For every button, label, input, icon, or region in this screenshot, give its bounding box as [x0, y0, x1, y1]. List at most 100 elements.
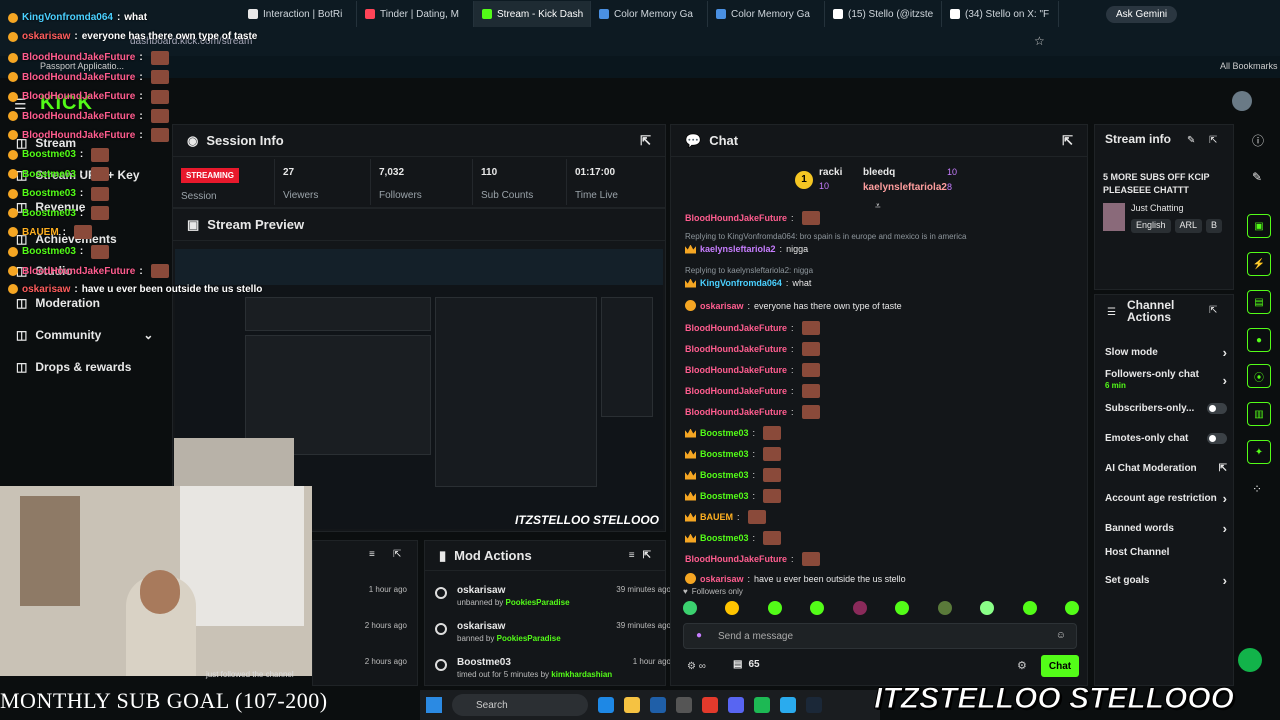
chat-username[interactable]: KingVonfromda064: [700, 278, 782, 288]
chevron-down-icon[interactable]: ⌄: [143, 328, 153, 342]
chat-username[interactable]: BloodHoundJakeFuture: [685, 386, 787, 396]
all-bookmarks[interactable]: All Bookmarks: [1220, 61, 1278, 71]
scan-icon[interactable]: ▣: [1247, 214, 1271, 238]
channel-action-7[interactable]: Banned words ›: [1105, 521, 1227, 536]
chat-username[interactable]: BloodHoundJakeFuture: [685, 323, 787, 333]
browser-tab[interactable]: Tinder | Dating, M: [357, 1, 474, 27]
chrome-icon[interactable]: [702, 697, 718, 713]
chat-username[interactable]: Boostme03: [700, 428, 749, 438]
telegram-icon[interactable]: [780, 697, 796, 713]
ask-gemini-button[interactable]: Ask Gemini: [1106, 6, 1178, 23]
mod-action-user[interactable]: oskarisaw: [457, 585, 505, 596]
browser-tab[interactable]: (15) Stello (@itzste: [825, 1, 942, 27]
channel-action-3[interactable]: Subscribers-only...: [1105, 403, 1227, 414]
message-input[interactable]: ● Send a message ☺: [683, 623, 1077, 649]
browser-tab[interactable]: Stream - Kick Dash: [474, 1, 591, 27]
explorer-icon[interactable]: [624, 697, 640, 713]
channel-action-9[interactable]: Set goals ›: [1105, 573, 1227, 588]
chat-username[interactable]: Boostme03: [700, 533, 749, 543]
message-placeholder[interactable]: Send a message: [718, 631, 793, 642]
chat-send-button[interactable]: Chat: [1041, 655, 1079, 677]
emote-icon[interactable]: [937, 601, 952, 615]
chat-username[interactable]: oskarisaw: [700, 574, 744, 584]
browser-tab[interactable]: Color Memory Ga: [708, 1, 825, 27]
tag-chip[interactable]: B: [1206, 219, 1223, 233]
wrench-icon[interactable]: ✦: [1247, 440, 1271, 464]
browser-tab[interactable]: Color Memory Ga: [591, 1, 708, 27]
chat-username[interactable]: BloodHoundJakeFuture: [685, 213, 787, 223]
sidebar-item[interactable]: ◫ Moderation: [16, 296, 100, 310]
chat-username[interactable]: Boostme03: [700, 491, 749, 501]
filter-icon[interactable]: ≡: [369, 549, 375, 560]
chat-username[interactable]: Boostme03: [700, 470, 749, 480]
chat-username[interactable]: BloodHoundJakeFuture: [685, 407, 787, 417]
avatar[interactable]: [1232, 91, 1252, 111]
channel-action-2[interactable]: Followers-only chat 6 min ›: [1105, 369, 1227, 391]
channel-action-6[interactable]: Account age restriction ›: [1105, 491, 1227, 506]
mod-action-user[interactable]: Boostme03: [457, 657, 511, 668]
sidebar-item[interactable]: ◫ Community ⌄: [16, 328, 153, 342]
popout-icon[interactable]: ⇱: [1209, 135, 1217, 146]
windows-start-icon[interactable]: [426, 697, 442, 713]
popout-icon[interactable]: ⇱: [643, 550, 651, 561]
star-icon[interactable]: ☆: [1034, 34, 1045, 48]
chat-username[interactable]: BloodHoundJakeFuture: [685, 365, 787, 375]
emote-icon[interactable]: [895, 601, 910, 615]
popout-icon[interactable]: ⇱: [640, 133, 651, 149]
pencil-icon[interactable]: ✎: [1252, 170, 1262, 184]
emote-icon[interactable]: [725, 601, 740, 615]
emote-icon[interactable]: [810, 601, 825, 615]
toggle-switch[interactable]: [1207, 403, 1227, 414]
chat-username[interactable]: BAUEM: [700, 512, 733, 522]
chat-username[interactable]: oskarisaw: [700, 301, 744, 311]
edit-icon[interactable]: ✎: [1187, 135, 1195, 146]
discord-icon[interactable]: [728, 697, 744, 713]
steam-client-icon[interactable]: [806, 697, 822, 713]
broadcast-icon[interactable]: ⦿: [1247, 364, 1271, 388]
steam-icon[interactable]: [650, 697, 666, 713]
emote-icon[interactable]: [980, 601, 995, 615]
mod-action-by[interactable]: PookiesParadise: [497, 634, 561, 643]
edge-icon[interactable]: [598, 697, 614, 713]
more-icon[interactable]: ⁘: [1252, 482, 1262, 496]
support-icon[interactable]: [1238, 648, 1262, 672]
emote-icon[interactable]: [767, 601, 782, 615]
browser-tab[interactable]: Interaction | BotRi: [240, 1, 357, 27]
emote-icon[interactable]: [1022, 601, 1037, 615]
note-icon[interactable]: ▤: [1247, 290, 1271, 314]
popout-icon[interactable]: ⇱: [1062, 133, 1073, 149]
chat-bubble-icon[interactable]: ●: [1247, 328, 1271, 352]
chat-username[interactable]: BloodHoundJakeFuture: [685, 344, 787, 354]
taskbar-search[interactable]: Search: [452, 694, 588, 716]
chat-username[interactable]: Boostme03: [700, 449, 749, 459]
chat-username[interactable]: kaelynsleftariola2: [700, 244, 776, 254]
pin-filter-icon[interactable]: ⩡: [875, 201, 881, 212]
info-icon[interactable]: ⓘ: [1252, 132, 1264, 149]
emoji-icon[interactable]: ☺: [1056, 630, 1066, 641]
browser-tab[interactable]: (34) Stello on X: "F: [942, 1, 1059, 27]
channel-action-8[interactable]: Host Channel: [1105, 547, 1227, 558]
settings-app-icon[interactable]: [676, 697, 692, 713]
channel-action-4[interactable]: Emotes-only chat: [1105, 433, 1227, 444]
filter-icon[interactable]: ≡: [629, 550, 635, 561]
mic-icon[interactable]: ●: [696, 630, 702, 641]
tag-chip[interactable]: English: [1131, 219, 1171, 233]
emote-icon[interactable]: [1064, 601, 1079, 615]
mod-action-by[interactable]: kimkhardashian: [551, 670, 612, 679]
popout-icon[interactable]: ⇱: [393, 549, 401, 560]
bolt-icon[interactable]: ⚡: [1247, 252, 1271, 276]
toggle-switch[interactable]: [1207, 433, 1227, 444]
chat-tools-icon[interactable]: ⚙ ∞: [687, 661, 706, 672]
mod-action-user[interactable]: oskarisaw: [457, 621, 505, 632]
server-icon[interactable]: ▥: [1247, 402, 1271, 426]
channel-action-1[interactable]: Slow mode ›: [1105, 345, 1227, 360]
emote-icon[interactable]: [852, 601, 867, 615]
chat-username[interactable]: BloodHoundJakeFuture: [685, 554, 787, 564]
tag-chip[interactable]: ARL: [1174, 219, 1203, 233]
popout-icon[interactable]: ⇱: [1209, 305, 1217, 316]
mod-action-by[interactable]: PookiesParadise: [506, 598, 570, 607]
settings-icon[interactable]: ⚙: [1017, 659, 1027, 672]
channel-action-5[interactable]: AI Chat Moderation ⇱: [1105, 463, 1227, 474]
emote-icon[interactable]: [683, 601, 697, 615]
sidebar-item[interactable]: ◫ Drops & rewards: [16, 360, 131, 374]
